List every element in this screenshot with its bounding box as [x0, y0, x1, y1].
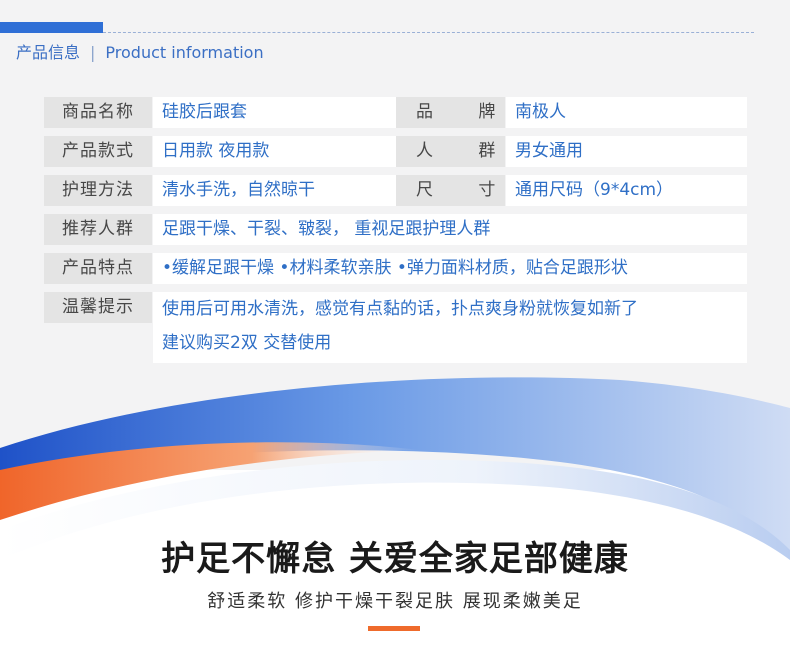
info-row-brand: 商品名称 硅胶后跟套 品 牌 南极人	[44, 97, 747, 128]
tips-line-1: 使用后可用水清洗，感觉有点黏的话，扑点爽身粉就恢复如新了	[162, 299, 638, 319]
header-accent-bar	[0, 22, 103, 33]
info-row-care: 护理方法 清水手洗，自然晾干 尺 寸 通用尺码（9*4cm）	[44, 175, 747, 206]
header-dashed-line	[103, 32, 754, 33]
label-features: 产品特点	[44, 253, 152, 284]
slogan-subtitle: 舒适柔软 修护干燥干裂足肤 展现柔嫩美足	[207, 591, 583, 612]
label-size: 尺 寸	[396, 175, 505, 206]
info-row-style: 产品款式 日用款 夜用款 人 群 男女通用	[44, 136, 747, 167]
label-product-name: 商品名称	[44, 97, 152, 128]
label-brand: 品 牌	[396, 97, 505, 128]
header-title-en: Product information	[105, 43, 264, 62]
section-header: 产品信息 | Product information	[16, 39, 264, 63]
value-brand: 南极人	[506, 97, 747, 128]
orange-underline-bar	[368, 626, 420, 631]
slogan-title: 护足不懈怠 关爱全家足部健康	[161, 539, 629, 579]
label-style: 产品款式	[44, 136, 152, 167]
value-tips: 使用后可用水清洗，感觉有点黏的话，扑点爽身粉就恢复如新了 建议购买2双 交替使用	[153, 292, 747, 363]
value-recommend: 足跟干燥、干裂、皲裂， 重视足跟护理人群	[153, 214, 747, 245]
info-row-recommend: 推荐人群 足跟干燥、干裂、皲裂， 重视足跟护理人群	[44, 214, 747, 245]
value-features: •缓解足跟干燥 •材料柔软亲肤 •弹力面料材质，贴合足跟形状	[153, 253, 747, 284]
header-separator: |	[90, 43, 96, 62]
label-care: 护理方法	[44, 175, 152, 206]
label-tips: 温馨提示	[44, 292, 152, 323]
info-row-features: 产品特点 •缓解足跟干燥 •材料柔软亲肤 •弹力面料材质，贴合足跟形状	[44, 253, 747, 284]
value-style: 日用款 夜用款	[153, 136, 396, 167]
value-audience: 男女通用	[506, 136, 747, 167]
value-size: 通用尺码（9*4cm）	[506, 175, 747, 206]
info-row-tips: 温馨提示 使用后可用水清洗，感觉有点黏的话，扑点爽身粉就恢复如新了 建议购买2双…	[44, 292, 747, 363]
label-audience: 人 群	[396, 136, 505, 167]
value-product-name: 硅胶后跟套	[153, 97, 396, 128]
header-title-cn: 产品信息	[16, 43, 81, 62]
label-recommend: 推荐人群	[44, 214, 152, 245]
value-care: 清水手洗，自然晾干	[153, 175, 396, 206]
product-info-table: 商品名称 硅胶后跟套 品 牌 南极人 产品款式 日用款 夜用款 人 群 男女通用…	[44, 97, 747, 371]
tips-line-2: 建议购买2双 交替使用	[162, 333, 332, 353]
